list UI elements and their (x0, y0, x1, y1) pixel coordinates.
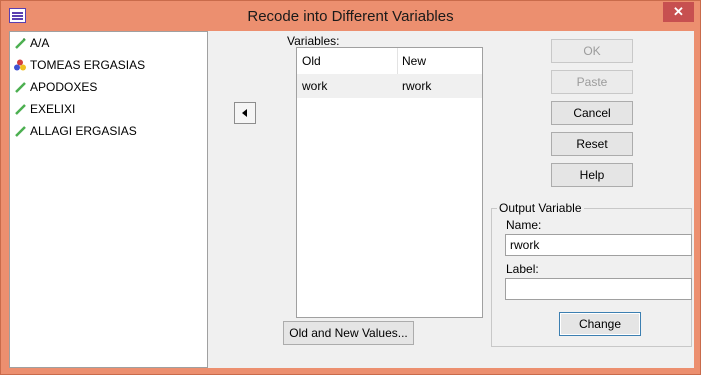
list-item[interactable]: ALLAGI ERGASIAS (10, 120, 207, 142)
old-and-new-values-button[interactable]: Old and New Values... (283, 321, 414, 345)
variable-label: A/A (30, 36, 50, 50)
table-header: Old New (297, 48, 482, 75)
window-title: Recode into Different Variables (247, 8, 454, 25)
help-button[interactable]: Help (551, 163, 633, 187)
cell-old: work (302, 79, 328, 93)
output-variable-title: Output Variable (497, 201, 584, 215)
scale-ruler-icon (15, 104, 26, 115)
list-item[interactable]: A/A (10, 32, 207, 54)
reset-button[interactable]: Reset (551, 132, 633, 156)
dialog-window: Recode into Different Variables ✕ A/A TO… (0, 0, 701, 375)
label-field[interactable] (505, 278, 692, 300)
column-header-new: New (402, 54, 427, 68)
move-variable-button[interactable] (234, 102, 256, 124)
dialog-client: A/A TOMEAS ERGASIAS APODOXES EXELIXI ALL… (9, 31, 694, 368)
label-label: Label: (506, 262, 539, 276)
name-label: Name: (506, 218, 542, 232)
source-variable-list[interactable]: A/A TOMEAS ERGASIAS APODOXES EXELIXI ALL… (9, 31, 208, 368)
list-item[interactable]: EXELIXI (10, 98, 207, 120)
title-bar[interactable]: Recode into Different Variables ✕ (1, 1, 700, 31)
variable-label: APODOXES (30, 80, 98, 94)
variable-label: EXELIXI (30, 102, 76, 116)
paste-button[interactable]: Paste (551, 70, 633, 94)
output-variable-group: Output Variable Name: Label: Change (491, 201, 692, 347)
change-button[interactable]: Change (559, 312, 641, 336)
list-item[interactable]: TOMEAS ERGASIAS (10, 54, 207, 76)
cell-new: rwork (402, 79, 432, 93)
scale-ruler-icon (15, 38, 26, 49)
table-row[interactable]: work rwork (297, 74, 482, 98)
scale-ruler-icon (15, 82, 26, 93)
name-field[interactable] (505, 234, 692, 256)
variable-label: TOMEAS ERGASIAS (30, 58, 146, 72)
close-button[interactable]: ✕ (663, 2, 694, 22)
variables-label: Variables: (287, 34, 340, 48)
ok-button[interactable]: OK (551, 39, 633, 63)
close-icon: ✕ (673, 4, 684, 19)
cancel-button[interactable]: Cancel (551, 101, 633, 125)
column-divider (397, 48, 398, 74)
scale-ruler-icon (15, 126, 26, 137)
variable-label: ALLAGI ERGASIAS (30, 124, 137, 138)
list-item[interactable]: APODOXES (10, 76, 207, 98)
variables-table[interactable]: Old New work rwork (296, 47, 483, 318)
column-header-old: Old (302, 54, 321, 68)
nominal-balls-icon (14, 59, 26, 71)
